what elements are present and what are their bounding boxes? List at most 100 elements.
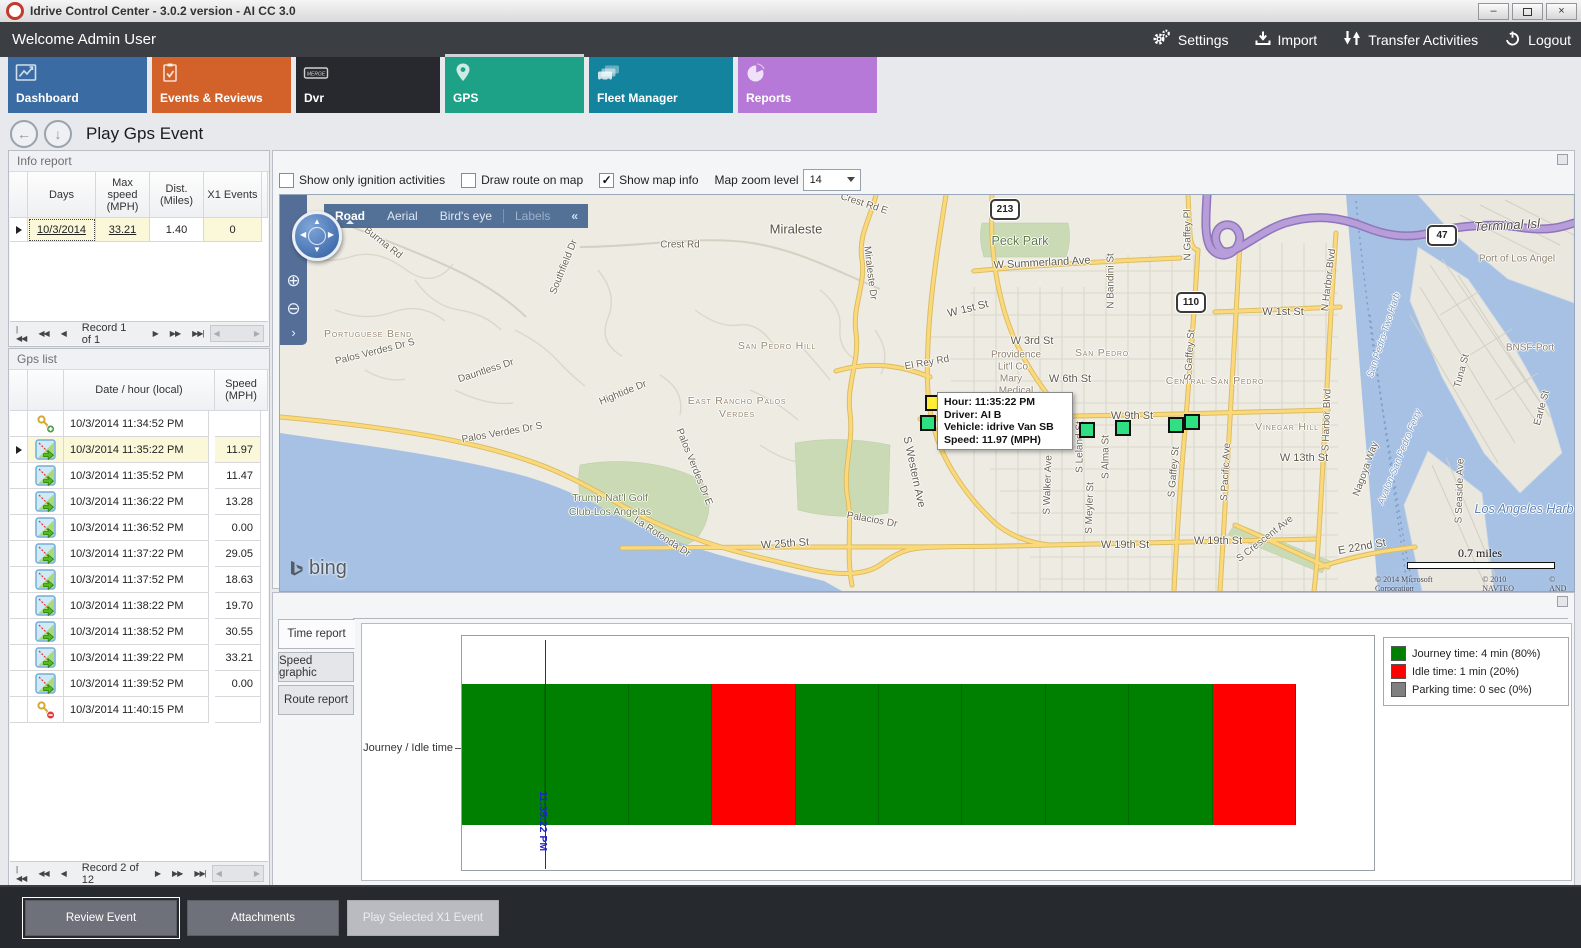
- row-selector-cell: [10, 697, 28, 723]
- gps-datetime-cell[interactable]: 10/3/2014 11:37:52 PM: [64, 567, 209, 593]
- map[interactable]: RoadAerialBird's eyeLabels« ⊕ ⊖ › ▲ ▼ ◀ …: [279, 194, 1575, 592]
- zoom-in-icon[interactable]: ⊕: [284, 271, 303, 290]
- checkbox-show-map-info[interactable]: ✓Show map info: [599, 173, 698, 188]
- record-scrollbar[interactable]: ◀▶: [210, 325, 265, 342]
- last-record-button[interactable]: ▶▶|: [186, 329, 209, 338]
- checkbox-icon[interactable]: [461, 173, 476, 188]
- column-header-x1-events[interactable]: X1 Events: [204, 172, 262, 218]
- tab-fleet-manager[interactable]: Fleet Manager: [589, 57, 733, 113]
- gps-datetime-cell[interactable]: 10/3/2014 11:39:22 PM: [64, 645, 209, 671]
- record-scrollbar[interactable]: ◀▶: [212, 865, 264, 882]
- gps-point-marker[interactable]: [1184, 414, 1200, 430]
- gps-datetime-cell[interactable]: 10/3/2014 11:39:52 PM: [64, 671, 209, 697]
- next-record-button[interactable]: ▶: [149, 869, 166, 878]
- dashboard-icon: [15, 62, 37, 84]
- checkbox-icon[interactable]: [279, 173, 294, 188]
- map-pan-control[interactable]: ▲ ▼ ◀ ▶: [292, 211, 342, 261]
- zoom-out-icon[interactable]: ⊖: [284, 299, 303, 318]
- viewbar-collapse-button[interactable]: «: [561, 209, 588, 223]
- pan-right-icon[interactable]: ▶: [328, 231, 334, 239]
- strip-expand-icon[interactable]: ›: [284, 323, 303, 342]
- gps-point-marker[interactable]: [1168, 417, 1184, 433]
- map-zoom-level-select[interactable]: 14: [803, 169, 861, 191]
- checkbox-icon[interactable]: ✓: [599, 173, 614, 188]
- gps-row-icon-gps-point: [28, 489, 64, 515]
- checkbox-show-only-ignition-activities[interactable]: Show only ignition activities: [279, 173, 445, 188]
- gps-point-marker[interactable]: [920, 415, 936, 431]
- gps-datetime-cell[interactable]: 10/3/2014 11:36:52 PM: [64, 515, 209, 541]
- fast-prev-button[interactable]: ◀◀: [32, 329, 54, 338]
- gps-speed-cell: 11.97: [215, 437, 261, 463]
- transfer-activities-button[interactable]: Transfer Activities: [1343, 30, 1478, 49]
- tab-dashboard[interactable]: Dashboard: [8, 57, 147, 113]
- gps-pin-icon: [452, 62, 474, 84]
- map-options-bar: Show only ignition activities Draw route …: [279, 167, 861, 193]
- gps-datetime-cell[interactable]: 10/3/2014 11:35:52 PM: [64, 463, 209, 489]
- review-event-button[interactable]: Review Event: [25, 900, 177, 936]
- column-header-date-hour[interactable]: Date / hour (local): [64, 370, 215, 411]
- reports-pie-icon: [745, 62, 767, 84]
- gps-datetime-cell[interactable]: 10/3/2014 11:38:22 PM: [64, 593, 209, 619]
- settings-button[interactable]: Settings: [1152, 29, 1229, 50]
- window-title: Idrive Control Center - 3.0.2 version - …: [30, 4, 296, 18]
- pan-up-icon[interactable]: ▲: [313, 218, 321, 226]
- pan-left-icon[interactable]: ◀: [300, 231, 306, 239]
- tab-events-reviews[interactable]: Events & Reviews: [152, 57, 291, 113]
- info-days-cell[interactable]: 10/3/2014: [28, 218, 96, 242]
- gps-point-marker[interactable]: [1115, 420, 1131, 436]
- prev-record-button[interactable]: ◀: [55, 329, 72, 338]
- fast-next-button[interactable]: ▶▶: [166, 869, 188, 878]
- fast-next-button[interactable]: ▶▶: [164, 329, 186, 338]
- chart-y-tick: [455, 748, 461, 749]
- first-record-button[interactable]: |◀◀: [10, 325, 32, 343]
- legend-swatch: [1391, 682, 1406, 697]
- gps-row-icon-gps-point: [28, 437, 64, 463]
- gps-datetime-cell[interactable]: 10/3/2014 11:34:52 PM: [64, 411, 209, 437]
- next-record-button[interactable]: ▶: [147, 329, 164, 338]
- fast-prev-button[interactable]: ◀◀: [32, 869, 54, 878]
- column-header-dist-miles-[interactable]: Dist. (Miles): [150, 172, 204, 218]
- close-button[interactable]: ×: [1546, 3, 1577, 20]
- tab-reports[interactable]: Reports: [738, 57, 877, 113]
- row-selector-cell: [10, 671, 28, 697]
- chart-tab-speed-graphic[interactable]: Speed graphic: [278, 652, 354, 682]
- gps-point-marker[interactable]: [1079, 422, 1095, 438]
- down-button[interactable]: ↓: [44, 120, 72, 148]
- attachments-button[interactable]: Attachments: [187, 900, 339, 936]
- column-header-speed[interactable]: Speed (MPH): [215, 370, 268, 411]
- app-header: Welcome Admin User SettingsImportTransfe…: [0, 22, 1581, 57]
- prev-record-button[interactable]: ◀: [55, 869, 72, 878]
- checkbox-draw-route-on-map[interactable]: Draw route on map: [461, 173, 583, 188]
- tab-dvr[interactable]: MERGEDvr: [296, 57, 440, 113]
- back-button[interactable]: ←: [10, 120, 38, 148]
- gps-datetime-cell[interactable]: 10/3/2014 11:35:22 PM: [64, 437, 209, 463]
- maximize-button[interactable]: [1512, 3, 1543, 20]
- import-button[interactable]: Import: [1255, 31, 1318, 49]
- column-header-days[interactable]: Days: [28, 172, 96, 218]
- info-max-speed-cell[interactable]: 33.21: [96, 218, 150, 242]
- map-view-aerial[interactable]: Aerial: [376, 209, 429, 223]
- row-selector-cell: [10, 489, 28, 515]
- chart-tab-time-report[interactable]: Time report: [278, 619, 355, 649]
- minimize-button[interactable]: –: [1478, 3, 1509, 20]
- logout-button[interactable]: Logout: [1504, 30, 1571, 50]
- last-record-button[interactable]: ▶▶|: [188, 869, 211, 878]
- tab-gps[interactable]: GPS: [445, 57, 584, 113]
- map-panel-maximize-icon[interactable]: [1557, 154, 1568, 165]
- gps-row-icon-gps-point: [28, 515, 64, 541]
- pan-down-icon[interactable]: ▼: [313, 246, 321, 254]
- info-report-panel: Info report DaysMax speed (MPH)Dist. (Mi…: [8, 150, 270, 347]
- info-report-title: Info report: [9, 151, 269, 172]
- gps-datetime-cell[interactable]: 10/3/2014 11:38:52 PM: [64, 619, 209, 645]
- gps-datetime-cell[interactable]: 10/3/2014 11:36:22 PM: [64, 489, 209, 515]
- gps-datetime-cell[interactable]: 10/3/2014 11:40:15 PM: [64, 697, 209, 723]
- chart-tab-route-report[interactable]: Route report: [278, 685, 354, 715]
- chart-panel-maximize-icon[interactable]: [1557, 596, 1568, 607]
- tooltip-line: Speed: 11.97 (MPH): [944, 434, 1066, 447]
- first-record-button[interactable]: |◀◀: [10, 865, 32, 883]
- gps-datetime-cell[interactable]: 10/3/2014 11:37:22 PM: [64, 541, 209, 567]
- map-view-labels[interactable]: Labels: [503, 209, 561, 223]
- timeline-segment-journey: [796, 684, 879, 825]
- map-view-bird-s-eye[interactable]: Bird's eye: [429, 209, 503, 223]
- column-header-max-speed-mph-[interactable]: Max speed (MPH): [96, 172, 150, 218]
